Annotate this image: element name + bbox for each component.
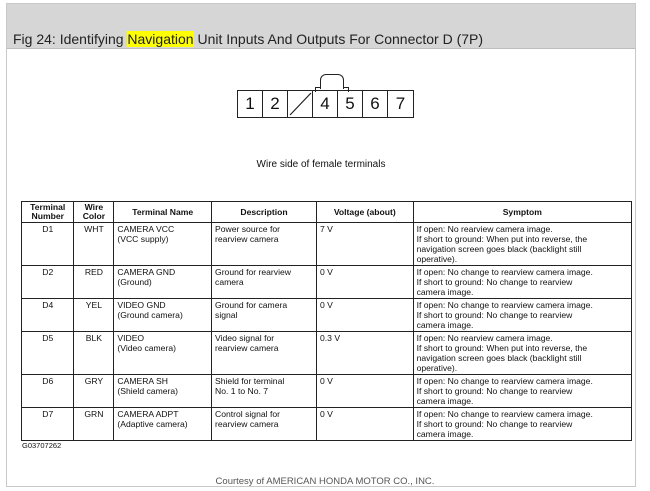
table-cell: 0 V bbox=[316, 374, 414, 408]
title-bar: Fig 24: Identifying Navigation Unit Inpu… bbox=[7, 4, 635, 49]
connector-pin-1: 1 bbox=[238, 91, 263, 117]
table-cell: If open: No change to rearview camera im… bbox=[412, 265, 633, 299]
table-row: D7 GRN CAMERA ADPT (Adaptive camera) Control… bbox=[20, 407, 633, 441]
table-cell: WHT bbox=[73, 222, 115, 266]
table-cell: If open: No rearview camera image. If sho… bbox=[412, 222, 633, 266]
title-highlight: Navigation bbox=[127, 31, 194, 47]
table-cell: VIDEO GND (Ground camera) bbox=[113, 298, 213, 332]
table-cell: D5 bbox=[20, 331, 75, 375]
courtesy-line: Courtesy of AMERICAN HONDA MOTOR CO., IN… bbox=[215, 476, 435, 487]
table-row: D6 GRY CAMERA SH (Shield camera) Shield for … bbox=[20, 374, 633, 408]
terminal-table: Terminal Number Wire Color Terminal Name Desc… bbox=[20, 201, 633, 441]
table-cell: Video signal for rearview camera bbox=[211, 331, 317, 375]
table-body: D1 WHT CAMERA VCC (VCC supply) Power source … bbox=[20, 222, 633, 441]
table-cell: Ground for camera signal bbox=[211, 298, 317, 332]
table-cell: GRN bbox=[73, 407, 115, 441]
table-cell: CAMERA VCC (VCC supply) bbox=[113, 222, 213, 266]
table-header-cell: Terminal Number bbox=[20, 201, 75, 223]
table-cell: CAMERA GND (Ground) bbox=[113, 265, 213, 299]
title-suffix: Unit Inputs And Outputs For Connector D … bbox=[193, 31, 484, 47]
table-row: D5 BLK VIDEO (Video camera) Video signal for… bbox=[20, 331, 633, 375]
table-cell: D1 bbox=[20, 222, 75, 266]
table-cell: Ground for rearview camera bbox=[211, 265, 317, 299]
table-cell: GRY bbox=[73, 374, 115, 408]
table-cell: 0 V bbox=[316, 298, 414, 332]
table-cell: 0.3 V bbox=[316, 331, 414, 375]
table-cell: BLK bbox=[73, 331, 115, 375]
table-header-cell: Description bbox=[211, 201, 317, 223]
figure-title: Fig 24: Identifying Navigation Unit Inpu… bbox=[13, 31, 483, 47]
table-cell: If open: No rearview camera image. If sho… bbox=[412, 331, 633, 375]
connector-pin-empty bbox=[288, 91, 313, 117]
table-cell: VIDEO (Video camera) bbox=[113, 331, 213, 375]
table-cell: RED bbox=[73, 265, 115, 299]
table-row: D1 WHT CAMERA VCC (VCC supply) Power source … bbox=[20, 222, 633, 266]
connector-pins: 124567 bbox=[237, 90, 414, 118]
table-row: D2 RED CAMERA GND (Ground) Ground for rearvi… bbox=[20, 265, 633, 299]
table-cell: D6 bbox=[20, 374, 75, 408]
figure-code: G03707262 bbox=[22, 441, 62, 450]
title-prefix: Fig 24: Identifying bbox=[13, 31, 128, 47]
table-cell: Control signal for rearview camera bbox=[211, 407, 317, 441]
connector-pin-6: 6 bbox=[363, 91, 388, 117]
figure-frame: Fig 24: Identifying Navigation Unit Inpu… bbox=[6, 3, 636, 487]
table-cell: 0 V bbox=[316, 265, 414, 299]
table-header-cell: Voltage (about) bbox=[316, 201, 414, 223]
connector-diagram: 124567 bbox=[237, 74, 419, 118]
table-cell: CAMERA ADPT (Adaptive camera) bbox=[113, 407, 213, 441]
table-cell: CAMERA SH (Shield camera) bbox=[113, 374, 213, 408]
table-cell: Shield for terminal No. 1 to No. 7 bbox=[211, 374, 317, 408]
table-cell: If open: No change to rearview camera im… bbox=[412, 374, 633, 408]
empty-pin-slash bbox=[289, 92, 312, 116]
connector-pin-5: 5 bbox=[338, 91, 363, 117]
connector-caption: Wire side of female terminals bbox=[256, 159, 386, 170]
table-cell: If open: No change to rearview camera im… bbox=[412, 298, 633, 332]
table-header-cell: Symptom bbox=[412, 201, 633, 223]
connector-pin-7: 7 bbox=[395, 94, 406, 113]
table-header-cell: Wire Color bbox=[73, 201, 115, 223]
connector-pin-4: 4 bbox=[313, 91, 338, 117]
table-cell: D2 bbox=[20, 265, 75, 299]
table-cell: YEL bbox=[73, 298, 115, 332]
connector-lock-tab bbox=[320, 74, 344, 89]
table-cell: 7 V bbox=[316, 222, 414, 266]
table-header-row: Terminal Number Wire Color Terminal Name Desc… bbox=[20, 201, 633, 223]
table-cell: Power source for rearview camera bbox=[211, 222, 317, 266]
table-cell: 0 V bbox=[316, 407, 414, 441]
table-header-cell: Terminal Name bbox=[113, 201, 213, 223]
table-row: D4 YEL VIDEO GND (Ground camera) Ground for … bbox=[20, 298, 633, 332]
table-cell: If open: No change to rearview camera im… bbox=[412, 407, 633, 441]
connector-pin-2: 2 bbox=[263, 91, 288, 117]
table-cell: D7 bbox=[20, 407, 75, 441]
table-cell: D4 bbox=[20, 298, 75, 332]
